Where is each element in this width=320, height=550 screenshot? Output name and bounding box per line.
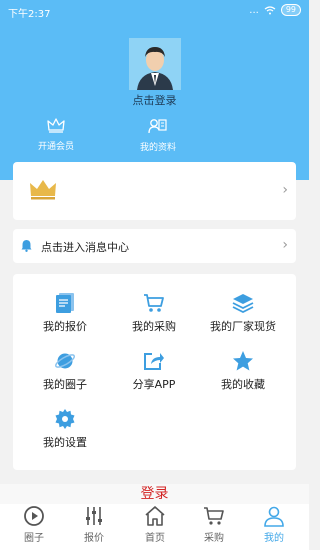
status-icons: ... 99 — [249, 4, 301, 16]
status-bar: 下午2:37 ... 99 — [0, 0, 309, 22]
my-quotes-label: 我的报价 — [43, 320, 87, 333]
cart-icon — [204, 507, 224, 525]
share-icon — [144, 353, 164, 370]
my-purchases-label: 我的采购 — [132, 320, 176, 333]
my-purchases-item[interactable]: 我的采购 — [107, 290, 201, 334]
my-favorites-item[interactable]: 我的收藏 — [196, 348, 290, 392]
home-icon — [145, 506, 165, 526]
battery-icon: 99 — [280, 4, 301, 16]
chevron-right-icon: › — [282, 237, 288, 253]
signal-icon: ... — [249, 4, 259, 16]
bottom-login-button[interactable]: 登录 — [0, 484, 309, 504]
my-settings-label: 我的设置 — [43, 436, 87, 449]
cart-icon — [144, 294, 164, 312]
wifi-icon — [264, 5, 276, 14]
open-membership-label: 开通会员 — [37, 142, 74, 152]
my-factory-stock-label: 我的厂家现货 — [210, 320, 276, 333]
settings-icon — [55, 409, 75, 429]
my-profile-label: 我的资料 — [139, 143, 176, 153]
user-avatar-icon — [129, 38, 181, 90]
message-center-label: 点击进入消息中心 — [41, 241, 129, 254]
share-app-label: 分享APP — [132, 378, 176, 391]
my-circle-item[interactable]: 我的圈子 — [18, 348, 112, 392]
profile-card-icon — [148, 119, 167, 134]
message-center-row[interactable]: 点击进入消息中心 › — [13, 229, 296, 263]
status-time: 下午2:37 — [8, 9, 51, 20]
tab-purchase-label: 采购 — [204, 533, 224, 544]
planet-icon — [54, 353, 76, 369]
tab-mine[interactable]: 我的 — [244, 504, 304, 544]
profile-header — [0, 0, 309, 180]
my-circle-label: 我的圈子 — [43, 378, 87, 391]
tab-quotes[interactable]: 报价 — [64, 504, 124, 544]
sliders-icon — [86, 507, 102, 525]
tab-home[interactable]: 首页 — [125, 504, 185, 544]
my-settings-item[interactable]: 我的设置 — [18, 406, 112, 450]
tab-quotes-label: 报价 — [84, 533, 104, 544]
circle-play-icon — [24, 506, 44, 526]
membership-card[interactable]: › — [13, 162, 296, 220]
document-icon — [56, 293, 74, 313]
my-favorites-label: 我的收藏 — [221, 378, 265, 391]
layers-icon — [232, 294, 254, 313]
tab-home-label: 首页 — [145, 533, 165, 544]
person-icon — [264, 506, 284, 527]
crown-icon — [47, 118, 65, 133]
tab-mine-label: 我的 — [264, 533, 284, 544]
chevron-right-icon: › — [282, 182, 288, 198]
open-membership-button[interactable]: 开通会员 — [21, 118, 91, 152]
login-link[interactable]: 点击登录 — [0, 92, 309, 108]
my-quotes-item[interactable]: 我的报价 — [18, 290, 112, 334]
bell-icon — [21, 240, 32, 252]
tab-purchase[interactable]: 采购 — [184, 504, 244, 544]
share-app-item[interactable]: 分享APP — [107, 348, 201, 392]
star-icon — [233, 351, 253, 371]
my-factory-stock-item[interactable]: 我的厂家现货 — [196, 290, 290, 334]
my-profile-button[interactable]: 我的资料 — [123, 118, 193, 153]
feature-grid: 我的报价 我的采购 我的厂家现货 我的圈子 分享APP 我的收藏 我的设置 — [13, 274, 296, 470]
tab-circle-label: 圈子 — [24, 533, 44, 544]
gold-crown-icon — [30, 180, 56, 200]
avatar[interactable] — [129, 38, 181, 90]
tab-circle[interactable]: 圈子 — [4, 504, 64, 544]
